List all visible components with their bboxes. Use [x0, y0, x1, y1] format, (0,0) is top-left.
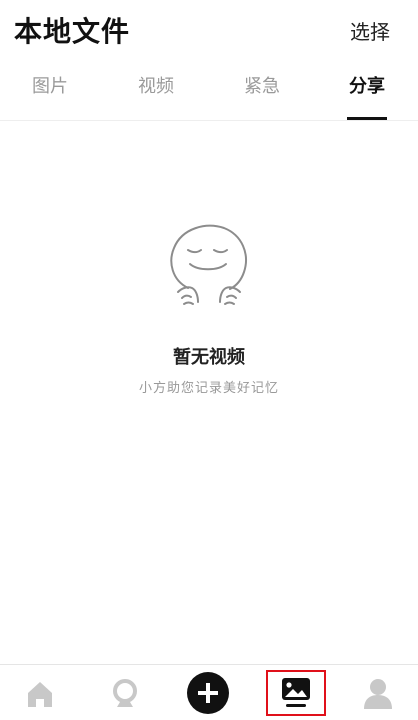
nav-home[interactable] — [18, 671, 62, 715]
gallery-icon — [282, 678, 310, 707]
bottom-nav — [0, 664, 418, 720]
page-title: 本地文件 — [14, 15, 131, 48]
select-button[interactable]: 选择 — [350, 16, 390, 45]
tab-images[interactable]: 图片 — [15, 72, 85, 98]
smiling-face-icon — [166, 218, 252, 310]
empty-state-title: 暂无视频 — [173, 347, 245, 368]
nav-camera[interactable] — [103, 671, 147, 715]
empty-state-subtitle: 小方助您记录美好记忆 — [138, 381, 279, 396]
tab-share[interactable]: 分享 — [332, 72, 402, 98]
home-icon — [28, 682, 52, 707]
camera-icon — [113, 679, 137, 707]
header-divider — [0, 120, 418, 121]
tab-bar: 图片 视频 紧急 分享 — [0, 64, 418, 120]
nav-add[interactable] — [186, 671, 230, 715]
header: 本地文件 选择 — [0, 0, 418, 60]
profile-icon — [364, 679, 392, 709]
nav-gallery[interactable] — [266, 670, 326, 716]
add-icon — [187, 672, 229, 714]
app-root: 本地文件 选择 图片 视频 紧急 分享 暂无视频 小方助您记录美好记忆 — [0, 0, 418, 720]
tab-videos[interactable]: 视频 — [121, 72, 191, 98]
nav-profile[interactable] — [356, 671, 400, 715]
tab-emergency[interactable]: 紧急 — [227, 72, 297, 98]
